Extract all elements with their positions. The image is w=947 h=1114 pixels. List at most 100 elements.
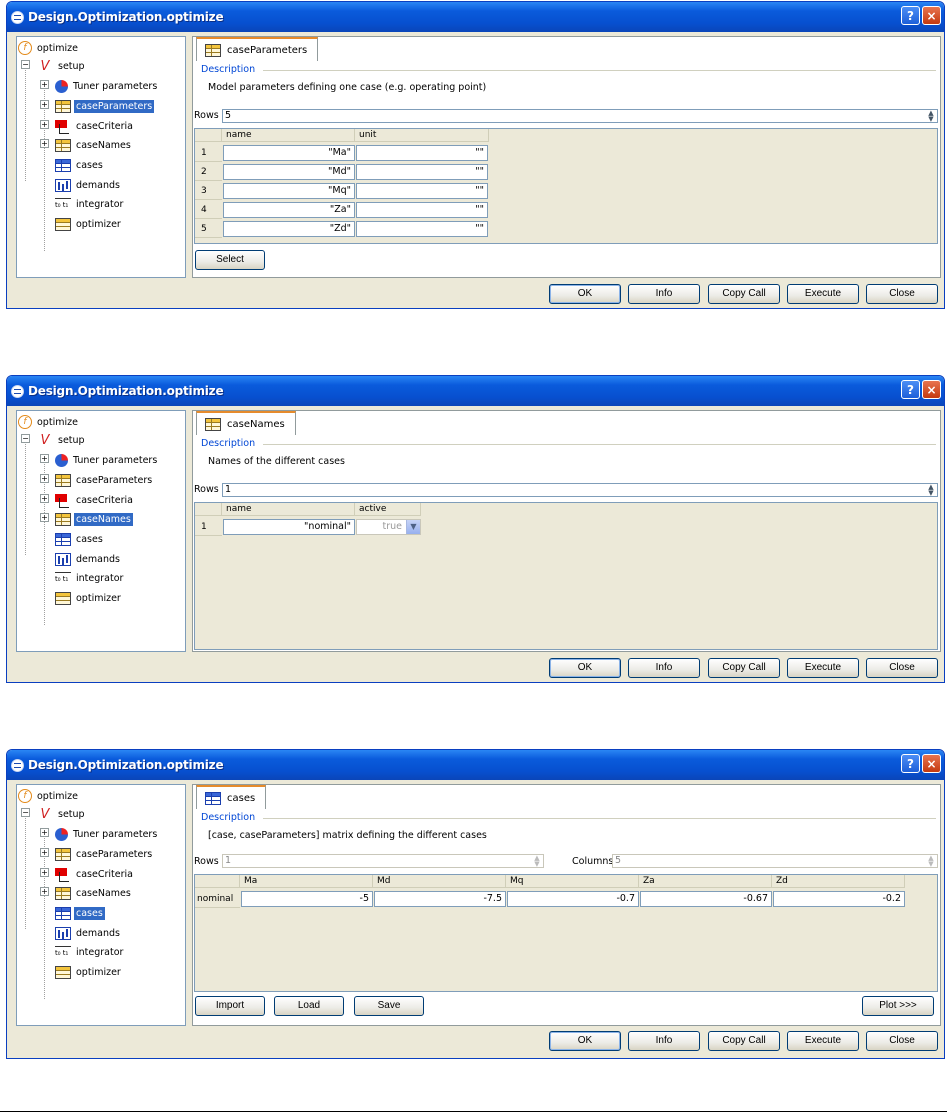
execute-button[interactable]: Execute: [787, 658, 859, 678]
tree-item-case-parameters[interactable]: caseParameters: [55, 471, 154, 489]
unit-cell[interactable]: "": [356, 202, 488, 218]
select-button[interactable]: Select: [195, 250, 265, 270]
close-window-button[interactable]: ×: [922, 380, 941, 399]
expand-icon[interactable]: +: [40, 454, 49, 463]
tree-item-setup[interactable]: Vsetup: [37, 431, 87, 449]
tree-item-optimizer[interactable]: optimizer: [55, 215, 123, 233]
tab-cases[interactable]: cases: [196, 785, 267, 809]
collapse-icon[interactable]: −: [21, 60, 30, 69]
tab-case-names[interactable]: caseNames: [196, 411, 296, 435]
active-dropdown[interactable]: true ▼: [356, 519, 421, 535]
tree-item-optimize[interactable]: f optimize: [18, 39, 80, 57]
unit-cell[interactable]: "": [356, 145, 488, 161]
column-header[interactable]: Ma: [240, 875, 373, 888]
tree-item-optimize[interactable]: f optimize: [18, 413, 80, 431]
ok-button[interactable]: OK: [549, 1031, 621, 1051]
help-button[interactable]: ?: [901, 6, 920, 25]
value-cell-za[interactable]: -0.67: [640, 891, 772, 907]
tree-item-case-names[interactable]: caseNames: [55, 136, 133, 154]
load-button[interactable]: Load: [274, 996, 344, 1016]
import-button[interactable]: Import: [195, 996, 265, 1016]
tree-item-demands[interactable]: demands: [55, 176, 122, 194]
expand-icon[interactable]: +: [40, 887, 49, 896]
collapse-icon[interactable]: −: [21, 434, 30, 443]
expand-icon[interactable]: +: [40, 80, 49, 89]
column-header[interactable]: Mq: [506, 875, 639, 888]
tree-item-tuner-parameters[interactable]: Tuner parameters: [55, 825, 159, 843]
expand-icon[interactable]: +: [40, 868, 49, 877]
tree-item-setup[interactable]: Vsetup: [37, 805, 87, 823]
expand-icon[interactable]: +: [40, 828, 49, 837]
execute-button[interactable]: Execute: [787, 1031, 859, 1051]
close-window-button[interactable]: ×: [922, 6, 941, 25]
copy-call-button[interactable]: Copy Call: [708, 284, 780, 304]
expand-icon[interactable]: +: [40, 848, 49, 857]
collapse-icon[interactable]: −: [21, 808, 30, 817]
tree-item-case-parameters[interactable]: caseParameters: [55, 97, 155, 115]
close-button[interactable]: Close: [866, 1031, 938, 1051]
name-cell[interactable]: "Mq": [223, 183, 355, 199]
info-button[interactable]: Info: [628, 1031, 700, 1051]
tree-item-case-criteria[interactable]: caseCriteria: [55, 865, 135, 883]
name-cell[interactable]: "Ma": [223, 145, 355, 161]
column-header[interactable]: name: [222, 503, 355, 516]
close-button[interactable]: Close: [866, 284, 938, 304]
plot-button[interactable]: Plot >>>: [862, 996, 934, 1016]
tree-item-case-criteria[interactable]: caseCriteria: [55, 491, 135, 509]
column-header[interactable]: Zd: [772, 875, 905, 888]
column-header[interactable]: Za: [639, 875, 772, 888]
copy-call-button[interactable]: Copy Call: [708, 658, 780, 678]
expand-icon[interactable]: +: [40, 513, 49, 522]
close-window-button[interactable]: ×: [922, 754, 941, 773]
copy-call-button[interactable]: Copy Call: [708, 1031, 780, 1051]
value-cell-md[interactable]: -7.5: [374, 891, 506, 907]
tree-item-optimizer[interactable]: optimizer: [55, 589, 123, 607]
value-cell-zd[interactable]: -0.2: [773, 891, 905, 907]
tree-item-setup[interactable]: Vsetup: [37, 57, 87, 75]
tree-item-integrator[interactable]: integrator: [55, 569, 125, 587]
name-cell[interactable]: "Za": [223, 202, 355, 218]
column-header[interactable]: name: [222, 129, 355, 142]
name-cell[interactable]: "Md": [223, 164, 355, 180]
help-button[interactable]: ?: [901, 380, 920, 399]
rows-spinner[interactable]: 1 ▲ ▼: [222, 483, 938, 497]
value-cell-mq[interactable]: -0.7: [507, 891, 639, 907]
tree-item-cases[interactable]: cases: [55, 904, 105, 922]
name-cell[interactable]: "Zd": [223, 221, 355, 237]
ok-button[interactable]: OK: [549, 284, 621, 304]
unit-cell[interactable]: "": [356, 221, 488, 237]
title-bar[interactable]: Design.Optimization.optimize ? ×: [7, 2, 944, 32]
execute-button[interactable]: Execute: [787, 284, 859, 304]
tree-item-optimizer[interactable]: optimizer: [55, 963, 123, 981]
tree-item-case-criteria[interactable]: caseCriteria: [55, 117, 135, 135]
unit-cell[interactable]: "": [356, 183, 488, 199]
expand-icon[interactable]: +: [40, 474, 49, 483]
ok-button[interactable]: OK: [549, 658, 621, 678]
info-button[interactable]: Info: [628, 284, 700, 304]
expand-icon[interactable]: +: [40, 494, 49, 503]
column-header[interactable]: active: [355, 503, 421, 516]
chevron-down-icon[interactable]: ▼: [406, 520, 420, 534]
tree-item-demands[interactable]: demands: [55, 550, 122, 568]
tree-item-cases[interactable]: cases: [55, 530, 105, 548]
tree-item-case-parameters[interactable]: caseParameters: [55, 845, 154, 863]
rows-spinner[interactable]: 5 ▲ ▼: [222, 109, 938, 123]
tab-case-parameters[interactable]: caseParameters: [196, 37, 319, 61]
title-bar[interactable]: Design.Optimization.optimize ? ×: [7, 376, 944, 406]
tree-item-tuner-parameters[interactable]: Tuner parameters: [55, 77, 159, 95]
value-cell-ma[interactable]: -5: [241, 891, 373, 907]
tree-item-case-names[interactable]: caseNames: [55, 510, 133, 528]
tree-item-integrator[interactable]: integrator: [55, 943, 125, 961]
tree-item-integrator[interactable]: integrator: [55, 195, 125, 213]
save-button[interactable]: Save: [354, 996, 424, 1016]
tree-item-cases[interactable]: cases: [55, 156, 105, 174]
expand-icon[interactable]: +: [40, 120, 49, 129]
column-header[interactable]: unit: [355, 129, 489, 142]
close-button[interactable]: Close: [866, 658, 938, 678]
column-header[interactable]: Md: [373, 875, 506, 888]
title-bar[interactable]: Design.Optimization.optimize ? ×: [7, 750, 944, 780]
info-button[interactable]: Info: [628, 658, 700, 678]
tree-item-case-names[interactable]: caseNames: [55, 884, 133, 902]
tree-item-optimize[interactable]: f optimize: [18, 787, 80, 805]
name-cell[interactable]: "nominal": [223, 519, 355, 535]
